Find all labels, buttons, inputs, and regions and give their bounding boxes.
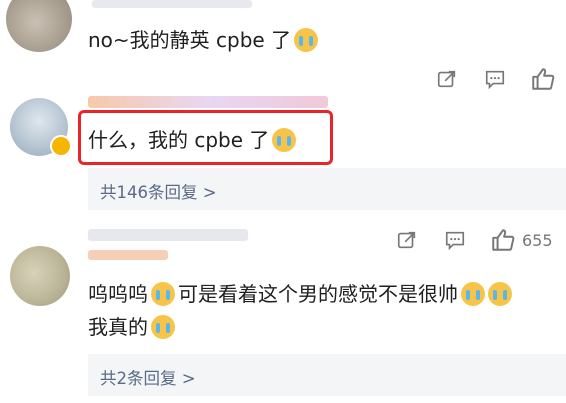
crying-emoji-icon <box>294 28 319 52</box>
share-icon[interactable] <box>436 68 458 90</box>
verified-badge-icon <box>50 135 72 157</box>
view-replies-link[interactable]: 共2条回复 > <box>100 365 196 389</box>
comment-text: no~我的静英 cpbe 了 <box>88 27 319 53</box>
comment-icon[interactable] <box>444 229 466 251</box>
like-icon[interactable] <box>490 227 516 253</box>
like-count: 655 <box>522 231 553 250</box>
username-blurred <box>88 96 328 108</box>
crying-emoji-icon <box>488 282 512 306</box>
crying-emoji-icon <box>272 128 297 152</box>
crying-emoji-icon <box>461 282 485 306</box>
view-replies-link[interactable]: 共146条回复 > <box>100 179 217 203</box>
share-icon[interactable] <box>396 229 418 251</box>
comment-text: 什么，我的 cpbe 了 <box>88 127 297 153</box>
username-blurred <box>92 0 252 8</box>
username-blurred <box>88 229 248 241</box>
username-blurred <box>88 250 168 260</box>
crying-emoji-icon <box>151 315 175 339</box>
comment-text: 我真的 <box>88 314 175 340</box>
comment-text: 呜呜呜 可是看着这个男的感觉不是很帅 <box>88 281 512 307</box>
like-icon[interactable] <box>530 66 556 92</box>
crying-emoji-icon <box>151 282 175 306</box>
avatar[interactable] <box>6 0 72 52</box>
comment-icon[interactable] <box>484 68 506 90</box>
avatar[interactable] <box>10 246 70 306</box>
